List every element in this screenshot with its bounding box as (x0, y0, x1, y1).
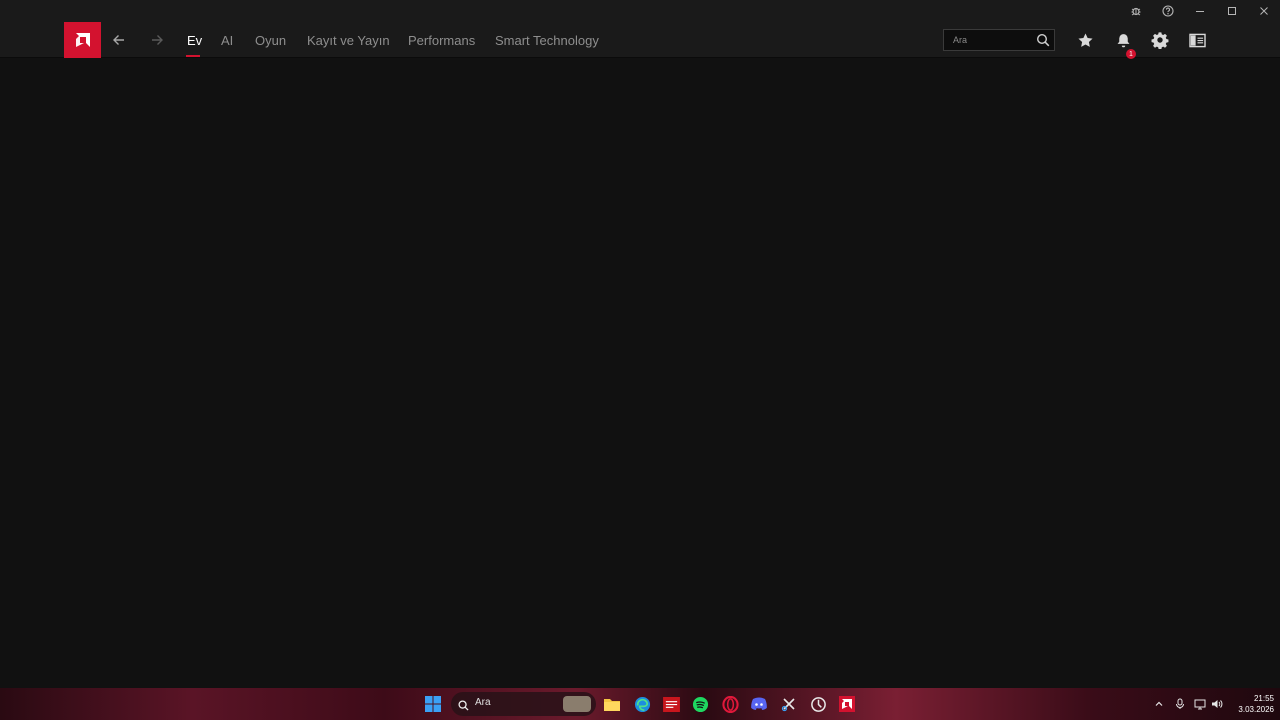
amd-software-taskbar-icon[interactable] (837, 694, 857, 714)
tab-ai[interactable]: AI (221, 33, 233, 48)
tab-smart-technology[interactable]: Smart Technology (495, 33, 599, 48)
microphone-icon[interactable] (1173, 697, 1187, 711)
tab-ev[interactable]: Ev (187, 33, 202, 48)
search-input[interactable] (944, 30, 1034, 50)
maximize-icon[interactable] (1219, 2, 1245, 20)
show-hidden-icons-chevron-icon[interactable] (1152, 697, 1166, 711)
snipping-tool-icon[interactable] (779, 694, 799, 714)
amd-software-window: Ev AI Oyun Kayıt ve Yayın Performans Sma… (0, 0, 1280, 688)
opera-gx-icon[interactable] (720, 694, 740, 714)
search-highlight-image (563, 696, 591, 712)
clock-time: 21:55 (1253, 694, 1274, 703)
search-icon[interactable] (1036, 33, 1050, 47)
network-icon[interactable] (1193, 697, 1207, 711)
taskbar-search-icon (458, 698, 469, 716)
settings-gear-icon[interactable] (1150, 30, 1170, 50)
back-arrow-icon[interactable] (110, 31, 128, 49)
tab-performans[interactable]: Performans (408, 33, 475, 48)
spotify-icon[interactable] (690, 694, 710, 714)
favorites-star-icon[interactable] (1075, 30, 1095, 50)
active-tab-indicator (186, 55, 200, 57)
discord-icon[interactable] (749, 694, 769, 714)
taskbar-search-text: Ara (475, 697, 491, 708)
close-icon[interactable] (1251, 2, 1277, 20)
tab-kayit-ve-yayin[interactable]: Kayıt ve Yayın (307, 33, 390, 48)
system-clock[interactable]: 21:55 3.03.2026 (1226, 693, 1274, 715)
amd-logo-icon[interactable] (64, 22, 101, 58)
minimize-icon[interactable] (1187, 2, 1213, 20)
top-navigation-bar: Ev AI Oyun Kayıt ve Yayın Performans Sma… (0, 22, 1280, 59)
bug-report-icon[interactable] (1123, 2, 1149, 20)
edge-browser-icon[interactable] (632, 694, 652, 714)
clock-date: 3.03.2026 (1238, 705, 1274, 714)
notification-badge: 1 (1126, 49, 1136, 59)
news-app-icon[interactable] (661, 694, 681, 714)
windows-taskbar: Ara 21:55 3.03.2026 (0, 688, 1280, 720)
steelseries-gg-icon[interactable] (808, 694, 828, 714)
forward-arrow-icon[interactable] (148, 31, 166, 49)
help-icon[interactable] (1155, 2, 1181, 20)
title-bar (0, 0, 1280, 22)
sidebar-panel-icon[interactable] (1187, 30, 1207, 50)
taskbar-search-box[interactable]: Ara (451, 692, 596, 716)
file-explorer-icon[interactable] (602, 694, 622, 714)
notifications-bell-icon[interactable] (1113, 30, 1133, 50)
main-content-area (0, 59, 1280, 688)
start-windows-icon[interactable] (423, 694, 443, 714)
tab-oyun[interactable]: Oyun (255, 33, 286, 48)
search-box (943, 29, 1055, 51)
volume-icon[interactable] (1210, 697, 1224, 711)
